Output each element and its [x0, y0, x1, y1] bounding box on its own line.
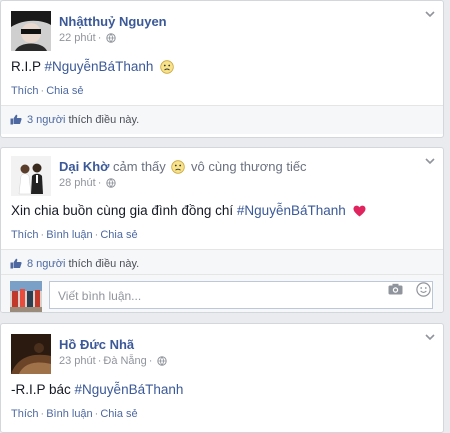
- post-text-body: Xin chia buồn cùng gia đình đồng chí: [11, 203, 237, 218]
- post-text: Xin chia buồn cùng gia đình đồng chí #Ng…: [11, 203, 366, 220]
- globe-icon: [106, 178, 117, 191]
- author-name-link[interactable]: Dại Khờ: [59, 159, 109, 174]
- camera-icon[interactable]: [388, 283, 403, 298]
- like-link[interactable]: Thích: [11, 85, 39, 97]
- likes-suffix: thích điều này.: [65, 258, 140, 270]
- feeling-prefix: cảm thấy: [113, 159, 166, 174]
- post-card: Dại Khờ cảm thấy vô cùng thương tiếc 28 …: [0, 147, 444, 313]
- post-meta: 28 phút ·: [59, 177, 117, 191]
- hashtag-link[interactable]: #NguyễnBáThanh: [75, 382, 184, 397]
- avatar[interactable]: [11, 11, 51, 51]
- post-text: R.I.P #NguyễnBáThanh: [11, 59, 174, 77]
- post-card: Hồ Đức Nhã 23 phút · Đà Nẵng · -R.I.P bác #…: [0, 323, 444, 433]
- comment-input[interactable]: Viết bình luận...: [49, 281, 433, 309]
- likes-count-link[interactable]: 8 người: [27, 258, 65, 270]
- globe-icon: [157, 356, 168, 369]
- post-text-body: R.I.P: [11, 59, 45, 74]
- hashtag-link[interactable]: #NguyễnBáThanh: [45, 59, 154, 74]
- post-meta: 22 phút ·: [59, 32, 117, 46]
- likes-suffix: thích điều này.: [65, 114, 140, 126]
- author-name[interactable]: Nhậtthuỷ Nguyen: [59, 14, 167, 29]
- post-text: -R.I.P bác #NguyễnBáThanh: [11, 382, 183, 397]
- like-link[interactable]: Thích: [11, 229, 39, 241]
- author-name: Dại Khờ cảm thấy vô cùng thương tiếc: [59, 159, 307, 177]
- post-actions: Thích · Chia sẻ: [11, 85, 84, 97]
- thumbs-up-icon: [10, 258, 22, 272]
- frown-emoji-icon: [160, 60, 174, 77]
- likes-summary: 3 người thích điều này.: [1, 105, 443, 134]
- author-name[interactable]: Hồ Đức Nhã: [59, 337, 134, 352]
- like-link[interactable]: Thích: [11, 408, 39, 420]
- post-card: Nhậtthuỷ Nguyen 22 phút · R.I.P #NguyễnBá…: [0, 0, 444, 138]
- share-link[interactable]: Chia sẻ: [100, 408, 137, 420]
- avatar[interactable]: [11, 156, 51, 196]
- post-actions: Thích · Bình luận · Chia sẻ: [11, 229, 138, 241]
- hashtag-link[interactable]: #NguyễnBáThanh: [237, 203, 346, 218]
- thumbs-up-icon: [10, 114, 22, 128]
- post-text-body: -R.I.P bác: [11, 382, 75, 397]
- chevron-down-icon[interactable]: [425, 334, 435, 344]
- heart-icon: [353, 205, 366, 220]
- share-link[interactable]: Chia sẻ: [100, 229, 137, 241]
- chevron-down-icon[interactable]: [425, 158, 435, 168]
- post-time[interactable]: 23 phút: [59, 355, 96, 367]
- post-actions: Thích · Bình luận · Chia sẻ: [11, 408, 138, 420]
- commenter-avatar[interactable]: [10, 281, 42, 312]
- feeling-text[interactable]: vô cùng thương tiếc: [191, 159, 307, 174]
- emoji-icon[interactable]: [416, 282, 431, 300]
- chevron-down-icon[interactable]: [425, 11, 435, 21]
- comment-link[interactable]: Bình luận: [46, 229, 92, 241]
- comment-link[interactable]: Bình luận: [46, 408, 92, 420]
- share-link[interactable]: Chia sẻ: [46, 85, 83, 97]
- post-meta: 23 phút · Đà Nẵng ·: [59, 355, 168, 369]
- post-time[interactable]: 22 phút: [59, 32, 96, 44]
- post-location[interactable]: Đà Nẵng: [103, 355, 146, 367]
- post-time[interactable]: 28 phút: [59, 177, 96, 189]
- frown-emoji-icon: [171, 160, 186, 177]
- avatar[interactable]: [11, 334, 51, 374]
- likes-count-link[interactable]: 3 người: [27, 114, 65, 126]
- comment-composer: Viết bình luận...: [1, 274, 443, 312]
- globe-icon: [106, 33, 117, 46]
